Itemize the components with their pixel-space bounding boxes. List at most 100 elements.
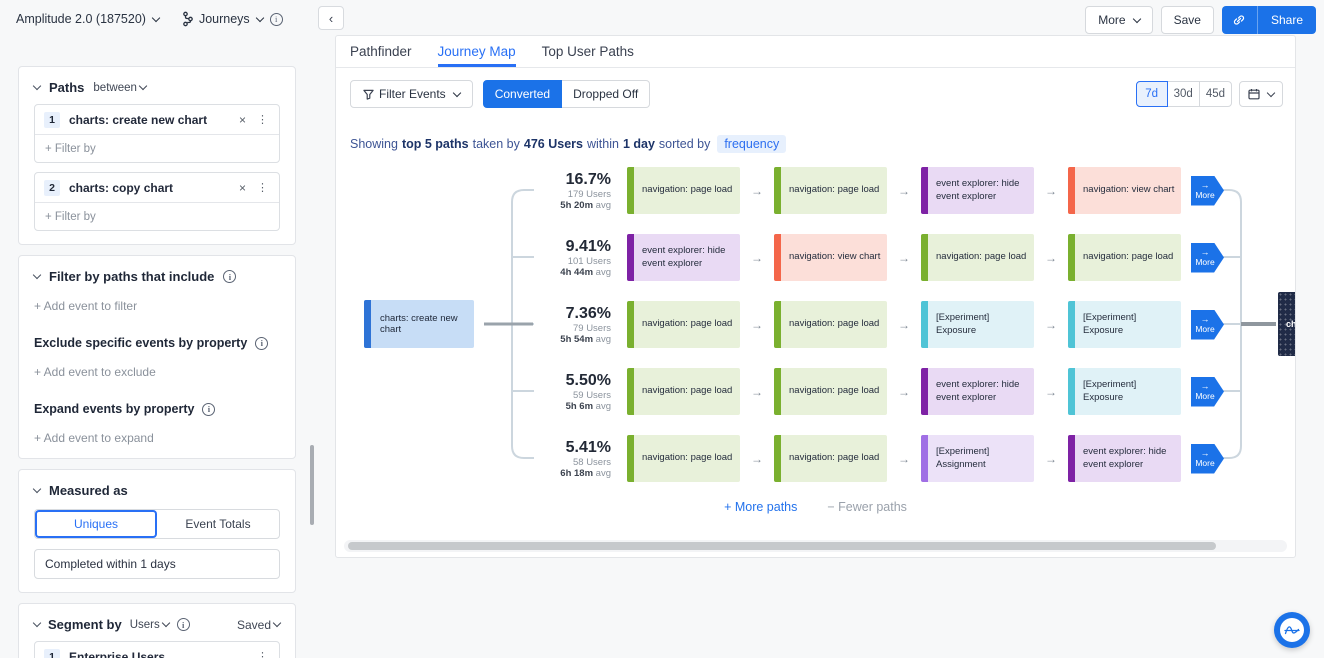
event-card[interactable]: navigation: view chart <box>1068 167 1181 214</box>
path-row: 9.41% 101 Users 4h 44m avg event explore… <box>526 234 1224 281</box>
tab-top-user-paths[interactable]: Top User Paths <box>542 36 634 67</box>
range-7d[interactable]: 7d <box>1136 81 1168 107</box>
event-card[interactable]: event explorer: hide event explorer <box>921 368 1034 415</box>
event-card[interactable]: [Experiment] Assignment <box>921 435 1034 482</box>
more-events-badge[interactable]: →More <box>1191 444 1224 474</box>
project-selector[interactable]: Amplitude 2.0 (187520) <box>16 12 159 26</box>
info-icon[interactable]: i <box>255 337 268 350</box>
measured-as-toggle: Uniques Event Totals <box>34 509 280 539</box>
more-events-badge[interactable]: →More <box>1191 243 1224 273</box>
path-percent: 5.41% <box>526 438 611 457</box>
converted-option[interactable]: Converted <box>483 80 562 108</box>
info-icon[interactable]: i <box>270 13 283 26</box>
range-30d[interactable]: 30d <box>1167 81 1200 107</box>
collapse-section-icon[interactable] <box>33 619 41 627</box>
more-events-badge[interactable]: →More <box>1191 377 1224 407</box>
event-card[interactable]: navigation: page load <box>627 368 740 415</box>
paths-mode-dropdown[interactable]: between <box>93 82 145 94</box>
event-totals-option[interactable]: Event Totals <box>157 510 279 538</box>
event-card[interactable]: navigation: page load <box>921 234 1034 281</box>
path-avg: 4h 44m avg <box>526 267 611 278</box>
filter-by-row[interactable]: + Filter by <box>35 202 279 230</box>
path-row: 7.36% 79 Users 5h 54m avg navigation: pa… <box>526 301 1224 348</box>
start-event-node[interactable]: charts: create new chart <box>364 300 474 348</box>
end-event-node[interactable]: charts: copy chart <box>1278 292 1296 356</box>
saved-dropdown[interactable]: Saved <box>237 618 280 632</box>
completed-within-selector[interactable]: Completed within 1 days <box>34 549 280 579</box>
exclude-events-header: Exclude specific events by property i <box>34 336 280 350</box>
path-stats: 5.50% 59 Users 5h 6m avg <box>526 371 611 413</box>
more-paths-link[interactable]: + More paths <box>724 500 797 514</box>
range-45d[interactable]: 45d <box>1199 81 1232 107</box>
topbar-right: More Save Share <box>1085 6 1316 34</box>
tab-pathfinder[interactable]: Pathfinder <box>350 36 412 67</box>
segment-type-dropdown[interactable]: Users <box>130 619 169 631</box>
tab-journey-map[interactable]: Journey Map <box>438 36 516 67</box>
info-icon[interactable]: i <box>202 403 215 416</box>
amplitude-fab-button[interactable] <box>1274 612 1310 648</box>
horizontal-scrollbar-thumb[interactable] <box>348 542 1216 550</box>
more-events-badge[interactable]: →More <box>1191 176 1224 206</box>
event-card[interactable]: navigation: page load <box>774 301 887 348</box>
path-event-row[interactable]: 2 charts: copy chart × ⋮ <box>35 173 279 202</box>
event-card[interactable]: event explorer: hide event explorer <box>627 234 740 281</box>
dropped-off-option[interactable]: Dropped Off <box>562 80 650 108</box>
share-button[interactable]: Share <box>1258 6 1316 34</box>
remove-event-icon[interactable]: × <box>239 113 246 127</box>
collapse-sidebar-button[interactable]: ‹ <box>318 6 344 30</box>
more-events-badge[interactable]: →More <box>1191 310 1224 340</box>
path-event-row[interactable]: 1 charts: create new chart × ⋮ <box>35 105 279 134</box>
horizontal-scrollbar-track <box>344 540 1287 552</box>
fewer-paths-link[interactable]: − Fewer paths <box>827 500 907 514</box>
kebab-menu-icon[interactable]: ⋮ <box>255 113 270 126</box>
info-icon[interactable]: i <box>223 270 236 283</box>
add-event-to-filter-link[interactable]: + Add event to filter <box>34 299 280 313</box>
event-card[interactable]: navigation: page load <box>627 435 740 482</box>
collapse-section-icon[interactable] <box>33 82 41 90</box>
event-card[interactable]: navigation: page load <box>774 167 887 214</box>
event-card[interactable]: navigation: page load <box>774 368 887 415</box>
event-card[interactable]: navigation: page load <box>1068 234 1181 281</box>
calendar-dropdown[interactable] <box>1239 81 1283 107</box>
arrow-icon: → <box>887 251 921 265</box>
event-card[interactable]: navigation: page load <box>627 301 740 348</box>
event-card[interactable]: event explorer: hide event explorer <box>1068 435 1181 482</box>
kebab-menu-icon[interactable]: ⋮ <box>255 650 270 658</box>
event-card[interactable]: event explorer: hide event explorer <box>921 167 1034 214</box>
save-button[interactable]: Save <box>1161 6 1214 34</box>
uniques-option[interactable]: Uniques <box>35 510 157 538</box>
path-stats: 7.36% 79 Users 5h 54m avg <box>526 304 611 346</box>
converted-toggle: Converted Dropped Off <box>483 80 651 108</box>
filter-by-row[interactable]: + Filter by <box>35 134 279 162</box>
arrow-icon: → <box>887 184 921 198</box>
journey-map: charts: create new chart 16.7% 179 Users… <box>336 148 1295 557</box>
segment-by-header: Segment by Users i Saved <box>34 617 280 632</box>
copy-link-button[interactable] <box>1222 6 1258 34</box>
journeys-selector[interactable]: Journeys <box>181 11 263 27</box>
paths-panel: Paths between 1 charts: create new chart… <box>18 66 296 245</box>
collapse-section-icon[interactable] <box>33 485 41 493</box>
collapse-section-icon[interactable] <box>33 271 41 279</box>
segment-by-panel: Segment by Users i Saved 1 Enterprise Us… <box>18 603 296 658</box>
event-card[interactable]: navigation: view chart <box>774 234 887 281</box>
more-button[interactable]: More <box>1085 6 1152 34</box>
event-card[interactable]: [Experiment] Exposure <box>1068 301 1181 348</box>
path-event-group: 1 charts: create new chart × ⋮ + Filter … <box>34 104 280 163</box>
add-event-to-expand-link[interactable]: + Add event to expand <box>34 431 280 445</box>
segment-row[interactable]: 1 Enterprise Users ⋮ <box>35 642 279 658</box>
event-card[interactable]: navigation: page load <box>774 435 887 482</box>
sidebar-scrollbar[interactable] <box>310 445 314 525</box>
chevron-down-icon <box>255 13 263 21</box>
event-card[interactable]: [Experiment] Exposure <box>921 301 1034 348</box>
event-card[interactable]: navigation: page load <box>627 167 740 214</box>
filter-events-button[interactable]: Filter Events <box>350 80 473 108</box>
add-event-to-exclude-link[interactable]: + Add event to exclude <box>34 365 280 379</box>
main-panel: Pathfinder Journey Map Top User Paths Fi… <box>335 35 1296 558</box>
remove-event-icon[interactable]: × <box>239 181 246 195</box>
info-icon[interactable]: i <box>177 618 190 631</box>
filters-panel: Filter by paths that include i + Add eve… <box>18 255 296 459</box>
path-avg: 6h 18m avg <box>526 468 611 479</box>
event-name: charts: copy chart <box>69 181 230 195</box>
kebab-menu-icon[interactable]: ⋮ <box>255 181 270 194</box>
event-card[interactable]: [Experiment] Exposure <box>1068 368 1181 415</box>
